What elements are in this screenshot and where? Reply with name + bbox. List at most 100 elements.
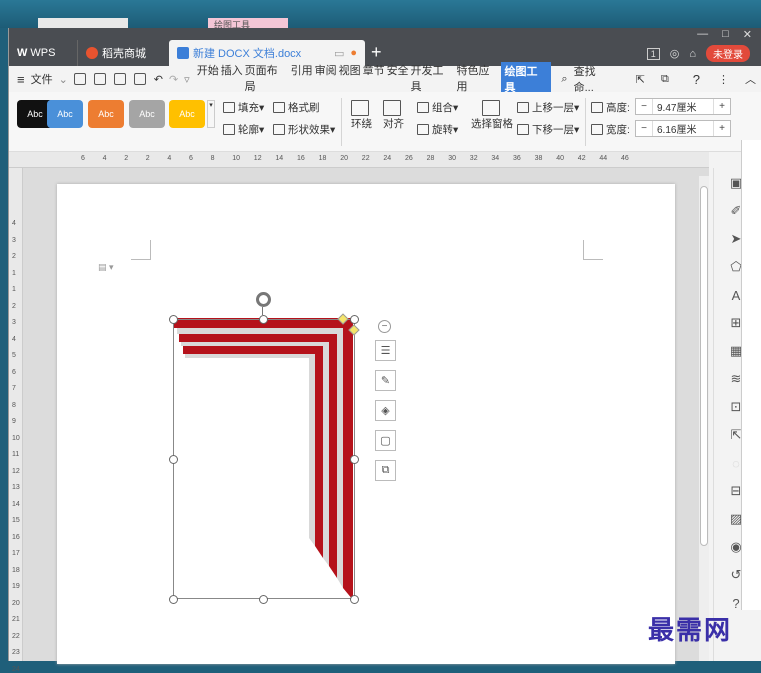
redo-icon[interactable]: ↷ [169,73,178,86]
style-gallery-more[interactable]: ▾ [207,100,215,128]
monitor-icon[interactable]: ▭ [334,47,344,60]
ruler-tick: 30 [448,155,456,162]
resize-handle-right[interactable] [350,455,359,464]
shape-effect-button[interactable]: 形状效果 ▾ [273,122,335,137]
fill-bucket-icon[interactable]: ◈ [375,400,396,421]
tab-developer[interactable]: 开发工具 [410,62,456,96]
hamburger-icon[interactable]: ≡ [17,72,25,87]
resize-handle-bottom[interactable] [259,595,268,604]
shape-style-gray[interactable]: Abc [129,100,165,128]
page-count-badge[interactable]: 1 [646,47,660,60]
collapse-ribbon-icon[interactable]: ︿ [745,71,756,87]
vertical-ruler[interactable]: 4 3 2 1 1 2 3 4 5 6 7 8 9 10 11 12 13 14 15 16 17 18 19 20 21 22 2… [9,168,23,673]
pen-icon[interactable]: ✎ [375,370,396,391]
fill-button[interactable]: 填充 ▾ [223,100,264,115]
layout-options-icon[interactable]: ☰ [375,340,396,361]
help-button[interactable]: ? [693,72,700,87]
format-brush-button[interactable]: 格式刷 [273,100,320,115]
flame-icon [86,47,98,59]
rotate-button[interactable]: 旋转 ▾ [417,122,458,137]
login-button[interactable]: 未登录 [706,45,750,62]
wrap-button[interactable]: 环绕 [351,100,372,131]
ruler-tick: 4 [12,335,16,343]
resize-handle-bottom-right[interactable] [350,595,359,604]
resize-handle-top-right[interactable] [350,315,359,324]
resize-handle-top[interactable] [259,315,268,324]
document-page[interactable]: ▤ ▾ [57,184,675,664]
horizontal-ruler[interactable]: 6 4 2 2 4 6 8 10 12 14 16 18 20 22 24 26 28 30 32 34 36 38 40 4… [9,152,709,168]
command-search[interactable]: 查找命... [574,63,616,95]
export-pdf-icon[interactable] [93,73,106,85]
tab-references[interactable]: 引用 [290,62,314,96]
tab-start[interactable]: 开始 [196,62,220,96]
tab-page-layout[interactable]: 页面布局 [244,62,290,96]
print-icon[interactable] [113,73,126,85]
ruler-tick: 26 [405,155,413,162]
undo-icon[interactable]: ↶ [154,73,163,86]
width-decrease-button[interactable]: − [636,123,652,134]
tab-special-apps[interactable]: 特色应用 [456,62,502,96]
width-increase-button[interactable]: + [714,123,730,134]
height-increase-button[interactable]: + [714,101,730,112]
rotate-handle-icon[interactable] [256,292,271,307]
wrap-label: 环绕 [351,118,372,130]
tab-review[interactable]: 审阅 [314,62,338,96]
ruler-tick: 2 [12,302,16,310]
tab-wps[interactable]: W WPS [9,40,77,66]
fill-label: 填充 [238,102,259,114]
save-icon[interactable] [73,73,86,85]
skin-icon[interactable]: ◎ [670,47,680,60]
selection-pane-button[interactable]: 选择窗格 [471,100,513,131]
paste-options-icon[interactable]: ▤ ▾ [98,262,114,273]
add-tab-button[interactable]: + [371,42,382,63]
width-input[interactable]: 6.16厘米 [652,121,714,136]
outline-square-icon[interactable]: ▢ [375,430,396,451]
ruler-tick: 20 [340,155,348,162]
vertical-scrollbar[interactable] [699,176,709,661]
more-options-icon[interactable]: ⋮ [718,73,729,86]
outline-button[interactable]: 轮廓 ▾ [223,122,264,137]
cloud-sync-icon[interactable]: ⧉ [661,73,669,86]
customize-toolbar-icon[interactable]: ▿ [184,73,190,86]
tab-insert[interactable]: 插入 [220,62,244,96]
print-preview-icon[interactable] [133,73,146,85]
minimize-button[interactable]: — [697,28,708,41]
collapse-icon[interactable]: − [378,320,391,333]
resize-handle-left[interactable] [169,455,178,464]
width-stepper[interactable]: − 6.16厘米 + [635,120,731,137]
tab-store[interactable]: 稻壳商城 [77,40,167,66]
height-decrease-button[interactable]: − [636,101,652,112]
search-icon[interactable]: ⌕ [561,73,567,86]
shape-style-yellow[interactable]: Abc [169,100,205,128]
file-menu[interactable]: 文件 [31,71,53,87]
bring-forward-button[interactable]: 上移一层 ▾ [517,100,579,115]
shirt-icon[interactable]: ⌂ [689,48,696,60]
group-button[interactable]: 组合 ▾ [417,100,458,115]
shape-style-blue[interactable]: Abc [47,100,83,128]
tab-drawing-tools[interactable]: 绘图工具 [501,62,552,96]
ruler-tick: 23 [12,649,20,656]
share-icon[interactable]: ⇱ [636,73,645,86]
resize-handle-top-left[interactable] [169,315,178,324]
ruler-tick: 2 [145,155,150,162]
maximize-button[interactable]: □ [722,28,729,41]
shape-style-orange[interactable]: Abc [88,100,124,128]
ruler-tick: 18 [12,566,20,574]
align-label: 对齐 [383,118,404,130]
tab-view[interactable]: 视图 [338,62,362,96]
scrollbar-thumb[interactable] [700,186,708,546]
wps-window: — □ ✕ W WPS 稻壳商城 新建 DOCX 文档.docx ▭ ● + 1… [8,28,761,673]
height-stepper[interactable]: − 9.47厘米 + [635,98,731,115]
tab-chapter[interactable]: 章节 [362,62,386,96]
ruler-tick: 38 [534,155,543,162]
send-backward-button[interactable]: 下移一层 ▾ [517,122,579,137]
send-backward-icon [517,124,529,135]
resize-handle-bottom-left[interactable] [169,595,178,604]
height-input[interactable]: 9.47厘米 [652,99,714,114]
margin-mark-top-left [131,240,151,260]
align-button[interactable]: 对齐 [383,100,404,131]
close-button[interactable]: ✕ [743,28,752,41]
chevron-down-icon[interactable]: ⌄ [59,73,68,86]
tab-security[interactable]: 安全 [386,62,410,96]
more-shape-options-icon[interactable]: ⧉ [375,460,396,481]
